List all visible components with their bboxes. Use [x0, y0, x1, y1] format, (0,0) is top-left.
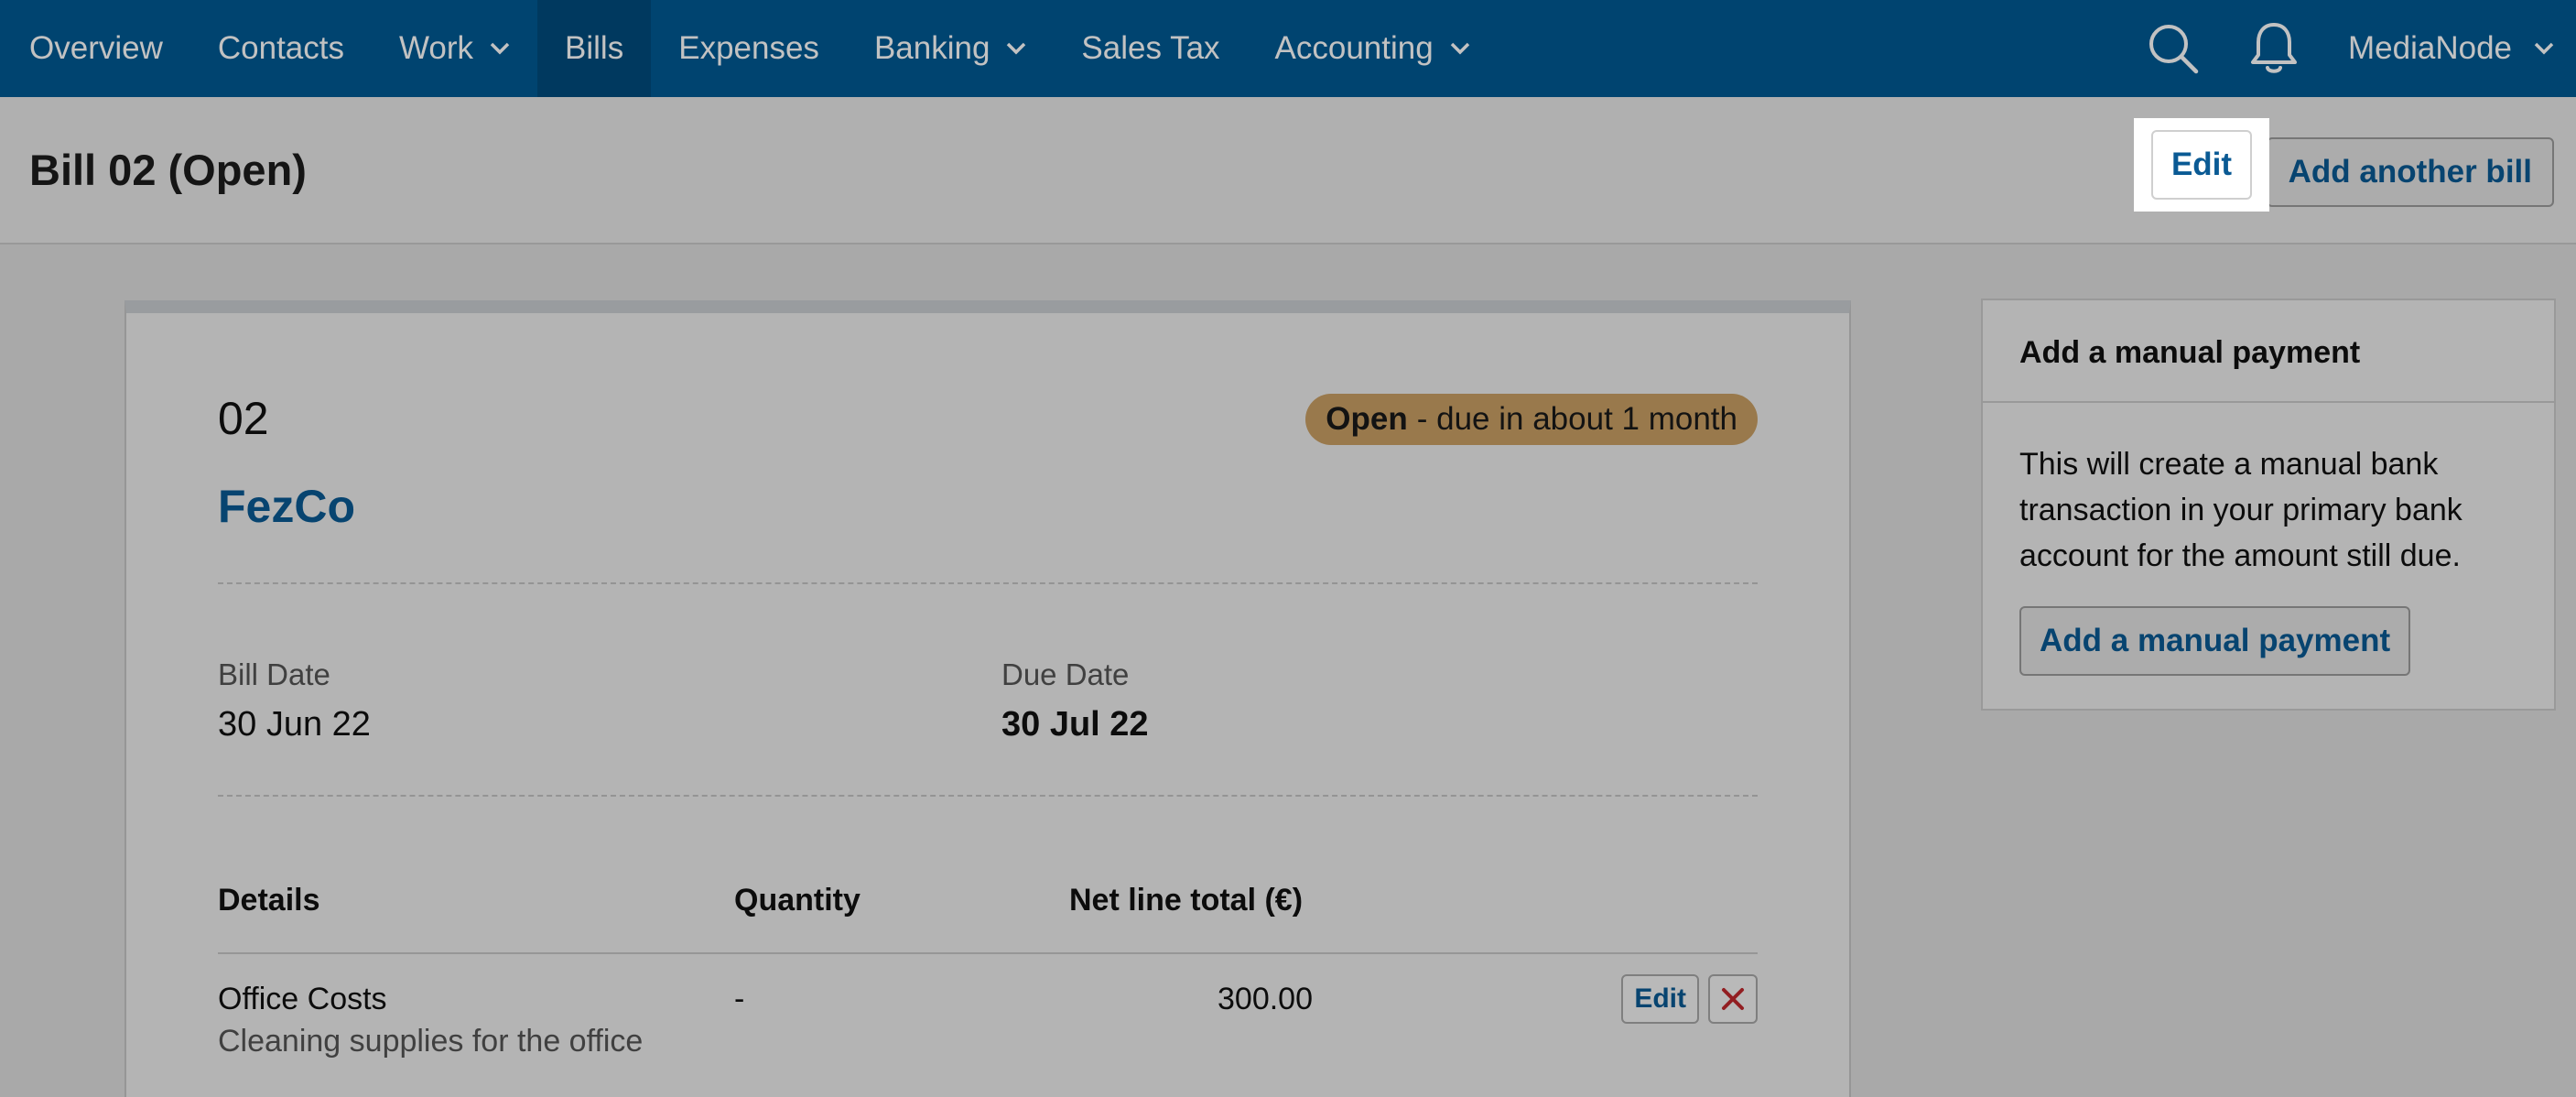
- nav-item-label: Banking: [873, 30, 990, 66]
- bill-date-label: Bill Date: [218, 657, 330, 691]
- divider: [218, 795, 1758, 797]
- edit-line-item-button[interactable]: Edit: [1621, 974, 1699, 1024]
- nav-right: MediaNode: [2147, 0, 2576, 97]
- bill-date-value: 30 Jun 22: [218, 705, 371, 744]
- nav-item-label: Contacts: [217, 30, 344, 66]
- column-header-quantity: Quantity: [734, 883, 860, 918]
- nav-item-label: Bills: [565, 30, 624, 66]
- nav-item-sales-tax[interactable]: Sales Tax: [1054, 0, 1247, 97]
- search-button[interactable]: [2147, 22, 2200, 75]
- nav-item-label: Accounting: [1274, 30, 1434, 66]
- line-item-actions: Edit: [1621, 974, 1758, 1024]
- nav-item-label: Expenses: [678, 30, 819, 66]
- status-label: Open: [1326, 401, 1408, 437]
- add-manual-payment-button[interactable]: Add a manual payment: [2019, 606, 2411, 676]
- line-item-quantity: -: [734, 982, 745, 1016]
- bill-number: 02: [218, 393, 269, 444]
- manual-payment-panel: Add a manual payment This will create a …: [1981, 299, 2556, 711]
- top-navigation: Overview Contacts Work Bills Expenses Ba…: [0, 0, 2576, 97]
- nav-item-banking[interactable]: Banking: [847, 0, 1054, 97]
- bill-card: 02 Open - due in about 1 month FezCo Bil…: [124, 300, 1851, 1097]
- line-item-description: Cleaning supplies for the office: [218, 1024, 644, 1059]
- column-header-net-total: Net line total (€): [1069, 883, 1304, 918]
- status-detail: - due in about 1 month: [1416, 401, 1737, 437]
- nav-item-bills[interactable]: Bills: [537, 0, 652, 97]
- panel-title: Add a manual payment: [2019, 335, 2361, 370]
- add-another-bill-button[interactable]: Add another bill: [2266, 136, 2554, 207]
- contact-link[interactable]: FezCo: [218, 480, 355, 533]
- nav-item-contacts[interactable]: Contacts: [190, 0, 372, 97]
- status-badge: Open - due in about 1 month: [1305, 394, 1758, 445]
- panel-description: This will create a manual bank transacti…: [2019, 447, 2462, 573]
- close-icon: [1722, 988, 1744, 1010]
- nav-item-work[interactable]: Work: [372, 0, 537, 97]
- delete-line-item-button[interactable]: [1708, 974, 1758, 1024]
- chevron-down-icon: [490, 42, 510, 55]
- account-menu[interactable]: MediaNode: [2348, 30, 2554, 67]
- due-date-label: Due Date: [1001, 657, 1130, 691]
- notifications-button[interactable]: [2247, 22, 2300, 75]
- chevron-down-icon: [1450, 42, 1469, 55]
- chevron-down-icon: [1007, 42, 1026, 55]
- nav-menu: Overview Contacts Work Bills Expenses Ba…: [0, 0, 1498, 97]
- line-item-net-total: 300.00: [1218, 982, 1313, 1016]
- divider: [218, 582, 1758, 584]
- line-item-detail: Office Costs: [218, 982, 387, 1016]
- nav-item-label: Work: [399, 30, 474, 66]
- nav-item-label: Sales Tax: [1081, 30, 1220, 66]
- table-header-rule: [218, 952, 1758, 954]
- edit-button-spotlight: Edit: [2134, 118, 2269, 212]
- account-name: MediaNode: [2348, 30, 2512, 66]
- due-date-value: 30 Jul 22: [1001, 705, 1149, 744]
- page-title: Bill 02 (Open): [29, 146, 307, 194]
- nav-item-expenses[interactable]: Expenses: [651, 0, 847, 97]
- bell-icon: [2251, 23, 2297, 73]
- chevron-down-icon: [2534, 42, 2554, 55]
- nav-item-accounting[interactable]: Accounting: [1248, 0, 1498, 97]
- panel-divider: [1983, 401, 2554, 403]
- search-icon: [2149, 25, 2199, 74]
- column-header-details: Details: [218, 883, 320, 918]
- edit-bill-button[interactable]: Edit: [2150, 130, 2253, 200]
- nav-item-overview[interactable]: Overview: [2, 0, 190, 97]
- nav-item-label: Overview: [29, 30, 163, 66]
